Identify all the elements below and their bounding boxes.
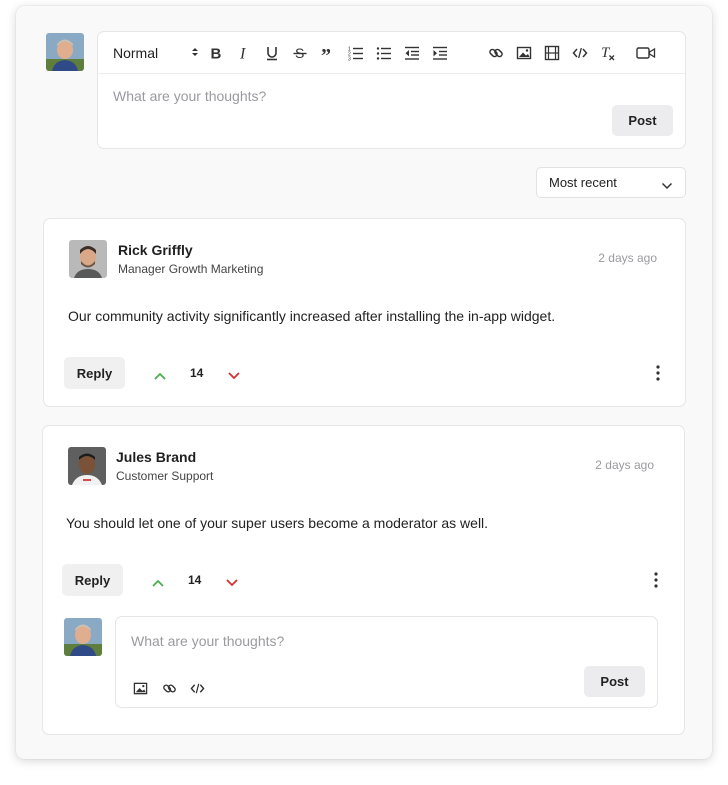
svg-text:B: B: [211, 46, 222, 62]
bullet-list-icon[interactable]: [376, 45, 392, 61]
svg-text:I: I: [239, 46, 246, 62]
vote-count: 14: [190, 366, 204, 380]
comment-card: Rick Griffly Manager Growth Marketing 2 …: [43, 218, 686, 407]
downvote-icon[interactable]: [227, 368, 241, 380]
post-button[interactable]: Post: [584, 666, 645, 697]
svg-text:T: T: [601, 45, 611, 61]
sort-select[interactable]: Most recent: [536, 167, 686, 198]
quote-icon[interactable]: ”: [320, 45, 336, 61]
avatar: [68, 447, 106, 485]
comment-text: Our community activity significantly inc…: [68, 308, 556, 324]
avatar: [69, 240, 107, 278]
video-icon[interactable]: [544, 45, 560, 61]
author-name[interactable]: Jules Brand: [116, 449, 196, 465]
author-role: Manager Growth Marketing: [118, 262, 264, 276]
comment-timestamp: 2 days ago: [598, 251, 657, 265]
code-icon[interactable]: [572, 45, 588, 61]
image-icon[interactable]: [516, 45, 532, 61]
vote-count: 14: [188, 573, 202, 587]
text-format-value: Normal: [113, 45, 159, 61]
more-options-icon[interactable]: [655, 364, 661, 382]
author-name[interactable]: Rick Griffly: [118, 242, 193, 258]
downvote-icon[interactable]: [225, 575, 239, 587]
strikethrough-icon[interactable]: S: [292, 45, 308, 61]
select-arrows-icon: [191, 45, 199, 61]
reply-button[interactable]: Reply: [62, 564, 123, 596]
text-format-select[interactable]: Normal: [113, 45, 199, 61]
underline-icon[interactable]: [264, 45, 280, 61]
italic-icon[interactable]: I: [236, 45, 252, 62]
upvote-icon[interactable]: [153, 368, 167, 380]
current-user-avatar: [64, 618, 102, 656]
comment-card: Jules Brand Customer Support 2 days ago …: [42, 425, 685, 735]
comments-panel: Normal B I S ” 123: [16, 6, 712, 759]
code-icon[interactable]: [190, 681, 205, 696]
comment-timestamp: 2 days ago: [595, 458, 654, 472]
reply-input-placeholder[interactable]: What are your thoughts?: [131, 633, 284, 649]
sort-value: Most recent: [549, 175, 617, 190]
author-role: Customer Support: [116, 469, 214, 483]
image-icon[interactable]: [133, 681, 148, 696]
outdent-icon[interactable]: [404, 45, 420, 61]
comment-editor: Normal B I S ” 123: [97, 31, 686, 149]
clear-format-icon[interactable]: T: [600, 45, 616, 61]
reply-editor: What are your thoughts? Post: [115, 616, 658, 708]
link-icon[interactable]: [488, 45, 504, 61]
current-user-avatar: [46, 33, 84, 71]
link-icon[interactable]: [162, 681, 177, 696]
svg-text:3: 3: [348, 57, 351, 62]
upvote-icon[interactable]: [151, 575, 165, 587]
chevron-down-icon: [661, 178, 673, 193]
post-button[interactable]: Post: [612, 105, 673, 136]
reply-button[interactable]: Reply: [64, 357, 125, 389]
comment-input-placeholder[interactable]: What are your thoughts?: [113, 88, 266, 104]
more-options-icon[interactable]: [653, 571, 659, 589]
bold-icon[interactable]: B: [208, 45, 224, 62]
indent-icon[interactable]: [432, 45, 448, 61]
editor-toolbar: Normal B I S ” 123: [98, 32, 685, 74]
ordered-list-icon[interactable]: 123: [348, 45, 364, 61]
svg-text:”: ”: [321, 45, 331, 61]
camera-icon[interactable]: [636, 45, 656, 61]
comment-text: You should let one of your super users b…: [66, 515, 489, 531]
